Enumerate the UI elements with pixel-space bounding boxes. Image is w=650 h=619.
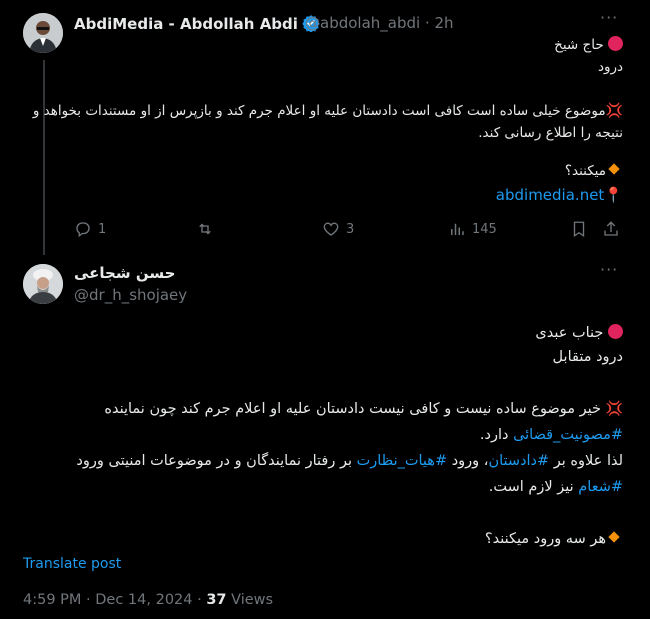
translate-post-link[interactable]: Translate post: [23, 556, 121, 572]
reply-icon: [76, 222, 90, 238]
bookmark-icon: [573, 221, 585, 238]
tweet1-greeting: درود: [597, 59, 623, 75]
orange-diamond-icon: [608, 531, 620, 543]
tweet1-link[interactable]: abdimedia.net: [496, 186, 605, 204]
handle-and-time[interactable]: @abdolah_abdi · 2h: [305, 14, 454, 32]
avatar[interactable]: [23, 264, 63, 304]
orange-diamond-icon: [608, 163, 620, 175]
tweet1-actions: 1 3 145: [74, 220, 634, 240]
bookmark-button[interactable]: [570, 220, 588, 238]
display-name[interactable]: حسن شجاعی: [74, 264, 175, 282]
views-count: 37: [206, 592, 227, 608]
views-label: Views: [226, 592, 274, 608]
tweet1-body-line2: نتیجه را اطلاع رسانی کند.: [478, 125, 623, 141]
tweet1-link-line: 📍abdimedia.net: [496, 184, 623, 206]
tweet2-greeting: درود متقابل: [552, 349, 623, 365]
share-button[interactable]: [602, 220, 620, 238]
red-circle-icon: [608, 36, 623, 51]
tweet2-salutation: جناب عبدی: [535, 322, 623, 344]
retweet-icon: [199, 223, 211, 235]
retweet-button[interactable]: [196, 220, 220, 238]
anger-symbol-icon: 💢: [605, 401, 623, 417]
like-button[interactable]: 3: [322, 220, 354, 238]
tweet2-para2-line1: لذا علاوه بر #دادستان، ورود #هیات_نظارت …: [76, 453, 623, 469]
pin-icon: 📍: [604, 186, 623, 204]
tweet1-body-line1: 💢موضوع خیلی ساده است کافی است دادستان عل…: [32, 103, 623, 119]
display-name[interactable]: AbdiMedia - Abdollah Abdi: [74, 14, 324, 36]
more-options-icon[interactable]: ···: [600, 260, 618, 279]
anger-symbol-icon: 💢: [605, 103, 623, 119]
views-chart-icon: [451, 223, 464, 235]
thread-connector: [43, 60, 45, 255]
heart-icon: [323, 222, 339, 236]
avatar[interactable]: [23, 13, 63, 53]
more-options-icon[interactable]: ···: [600, 8, 618, 27]
tweet2-para2-line2: #شعام نیز لازم است.: [488, 479, 623, 495]
tweet1-salutation: حاج شیخ: [554, 34, 623, 56]
tweet1-question: میکنند؟: [565, 160, 623, 182]
tweet2-question: هر سه ورود میکنند؟: [485, 528, 623, 550]
tweet2-para1-line1: 💢 خیر موضوع ساده نیست و کافی نیست دادستا…: [104, 401, 623, 417]
hashtag-link[interactable]: #هیات_نظارت: [357, 453, 448, 469]
red-circle-icon: [608, 324, 623, 339]
reply-button[interactable]: 1: [74, 220, 106, 238]
share-icon: [604, 221, 618, 236]
tweet2-para1-line2: #مصونیت_قضائی دارد.: [479, 427, 623, 443]
timestamp[interactable]: 4:59 PM · Dec 14, 2024 ·: [23, 592, 206, 608]
post-metadata: 4:59 PM · Dec 14, 2024 · 37 Views: [23, 592, 273, 608]
hashtag-link[interactable]: #مصونیت_قضائی: [513, 427, 623, 443]
handle[interactable]: @dr_h_shojaey: [74, 286, 187, 304]
hashtag-link[interactable]: #شعام: [578, 479, 623, 495]
hashtag-link[interactable]: #دادستان: [488, 453, 549, 469]
views-button[interactable]: 145: [448, 220, 497, 238]
